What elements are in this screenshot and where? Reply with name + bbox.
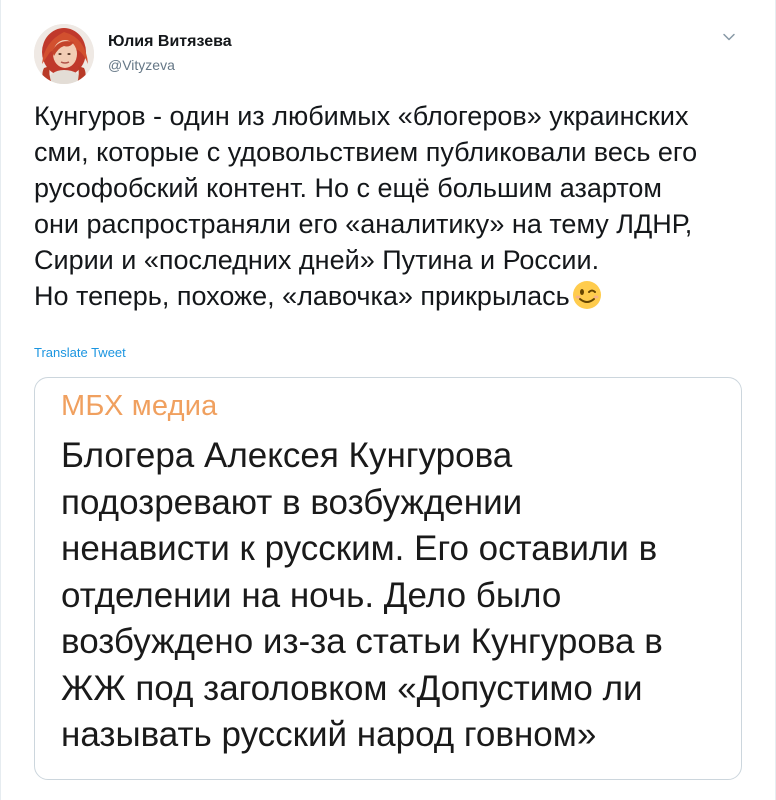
tweet-line: сми, которые с удовольствием публиковали… <box>34 137 698 167</box>
author-name[interactable]: Юлия Витязева <box>108 33 232 51</box>
media-card-text: Блогера Алексея Кунгурова подозревают в … <box>61 433 731 759</box>
media-line: ненависти к русским. Его оставили в <box>61 529 658 568</box>
winking-face-emoji-icon <box>571 279 603 311</box>
tweet-text: Кунгуров - один из любимых «блогеров» ук… <box>34 98 754 314</box>
avatar[interactable] <box>34 24 94 84</box>
tweet-line: русофобский контент. Но с ещё большим аз… <box>34 173 662 203</box>
media-line: ЖЖ под заголовком «Допустимо ли <box>61 668 643 708</box>
tweet: Юлия Витязева @Vityzeva Кунгуров - один … <box>0 0 776 800</box>
chevron-down-icon[interactable] <box>721 29 737 45</box>
media-line: возбуждено из-за статьи Кунгурова в <box>61 622 663 661</box>
tweet-line-last: Но теперь, похоже, «лавочка» прикрылась <box>34 278 754 314</box>
tweet-line: Сирии и «последних дней» Путина и России… <box>34 245 600 275</box>
media-source: МБХ медиа <box>61 390 218 422</box>
avatar-image <box>34 24 94 84</box>
media-line: Блогера Алексея Кунгурова <box>61 436 513 475</box>
translate-tweet-link[interactable]: Translate Tweet <box>34 345 126 360</box>
tweet-line: Кунгуров - один из любимых «блогеров» ук… <box>34 101 689 131</box>
tweet-line: Но теперь, похоже, «лавочка» прикрылась <box>34 281 570 311</box>
media-line: отделении на ночь. Дело было <box>61 575 562 615</box>
author-handle[interactable]: @Vityzeva <box>108 57 175 73</box>
media-line: называть русский народ говном» <box>61 715 597 754</box>
tweet-line: они распространяли его «аналитику» на те… <box>34 209 693 239</box>
media-card[interactable]: МБХ медиа Блогера Алексея Кунгурова подо… <box>34 377 742 780</box>
media-line: подозревают в возбуждении <box>61 482 523 522</box>
